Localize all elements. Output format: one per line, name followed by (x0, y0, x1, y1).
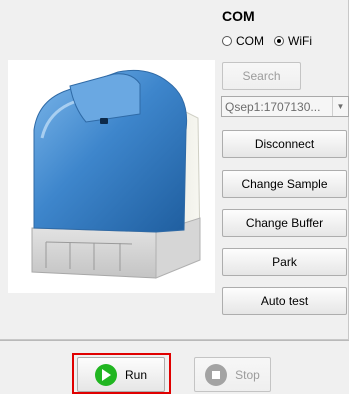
radio-com-label: COM (236, 34, 264, 48)
stop-button[interactable]: Stop (194, 357, 271, 392)
disconnect-button[interactable]: Disconnect (222, 130, 347, 158)
radio-wifi-label: WiFi (288, 34, 312, 48)
instrument-illustration (31, 69, 201, 279)
connection-title: COM (222, 8, 255, 24)
radio-com[interactable] (222, 36, 232, 46)
search-button[interactable]: Search (222, 62, 301, 90)
run-button[interactable]: Run (77, 357, 165, 392)
auto-test-button[interactable]: Auto test (222, 287, 347, 315)
change-buffer-button[interactable]: Change Buffer (222, 209, 347, 237)
device-select[interactable]: Qsep1:1707130... ▼ (221, 96, 349, 117)
change-sample-button[interactable]: Change Sample (222, 170, 347, 198)
bottom-separator (0, 340, 349, 341)
radio-wifi[interactable] (274, 36, 284, 46)
device-image (8, 60, 215, 293)
run-label: Run (124, 367, 147, 382)
park-button[interactable]: Park (222, 248, 347, 276)
device-select-value: Qsep1:1707130... (225, 99, 321, 114)
stop-circle-icon (205, 363, 228, 386)
play-circle-icon (94, 363, 117, 386)
chevron-down-icon[interactable]: ▼ (332, 97, 348, 116)
connection-type-group: COM WiFi (222, 34, 318, 48)
stop-label: Stop (235, 367, 260, 382)
